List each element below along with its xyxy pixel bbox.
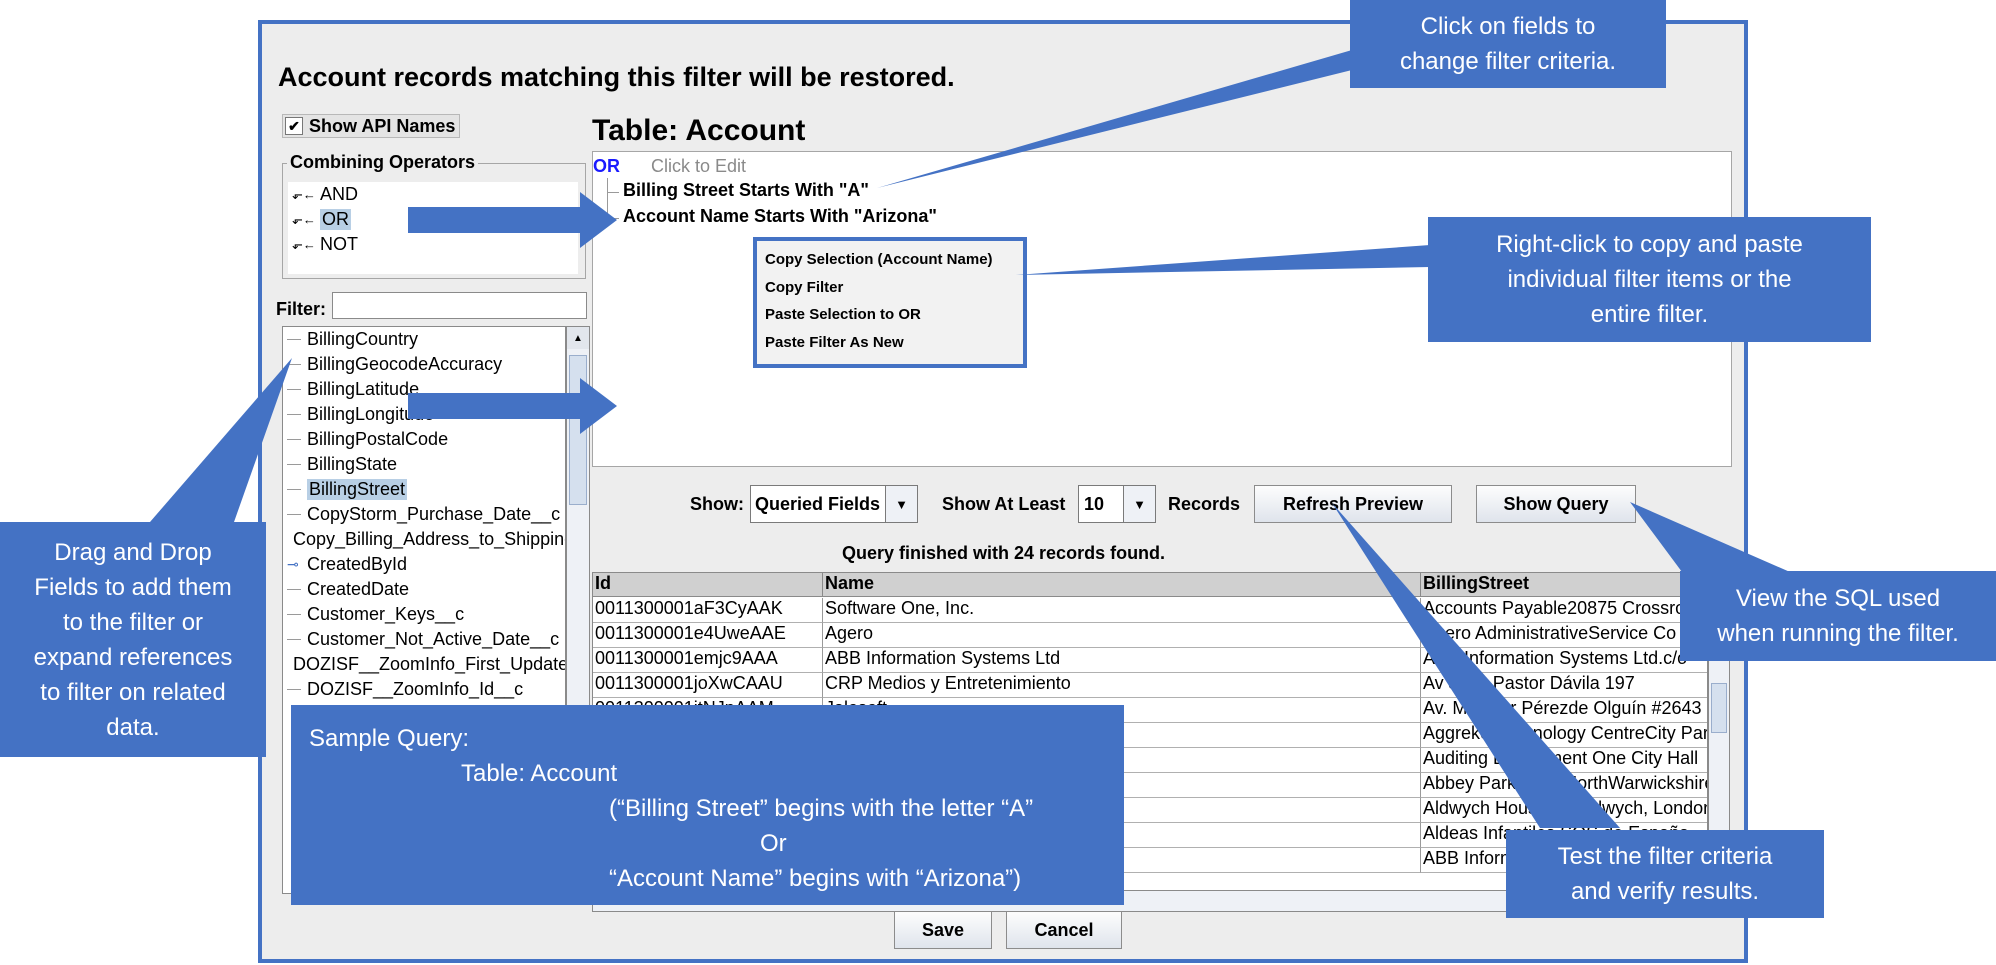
callout-pointer-click-fields [877, 50, 1352, 188]
arrow-to-tree-operators [408, 192, 617, 248]
callout-sample-query: Sample Query: Table: Account (“Billing S… [291, 705, 1124, 905]
callout-pointer-drag-drop [150, 358, 292, 522]
callout-pointer-right-click [1016, 245, 1430, 275]
callout-view-sql: View the SQL used when running the filte… [1680, 571, 1996, 661]
callout-pointer-view-sql [1630, 502, 1790, 572]
callout-click-fields: Click on fields to change filter criteri… [1350, 0, 1666, 88]
arrow-to-tree-fields [408, 378, 617, 434]
callout-drag-drop: Drag and Drop Fields to add them to the … [0, 522, 266, 757]
callout-right-click: Right-click to copy and paste individual… [1428, 217, 1871, 342]
callout-pointer-test-filter [1332, 503, 1620, 828]
callout-test-filter: Test the filter criteria and verify resu… [1506, 830, 1824, 918]
